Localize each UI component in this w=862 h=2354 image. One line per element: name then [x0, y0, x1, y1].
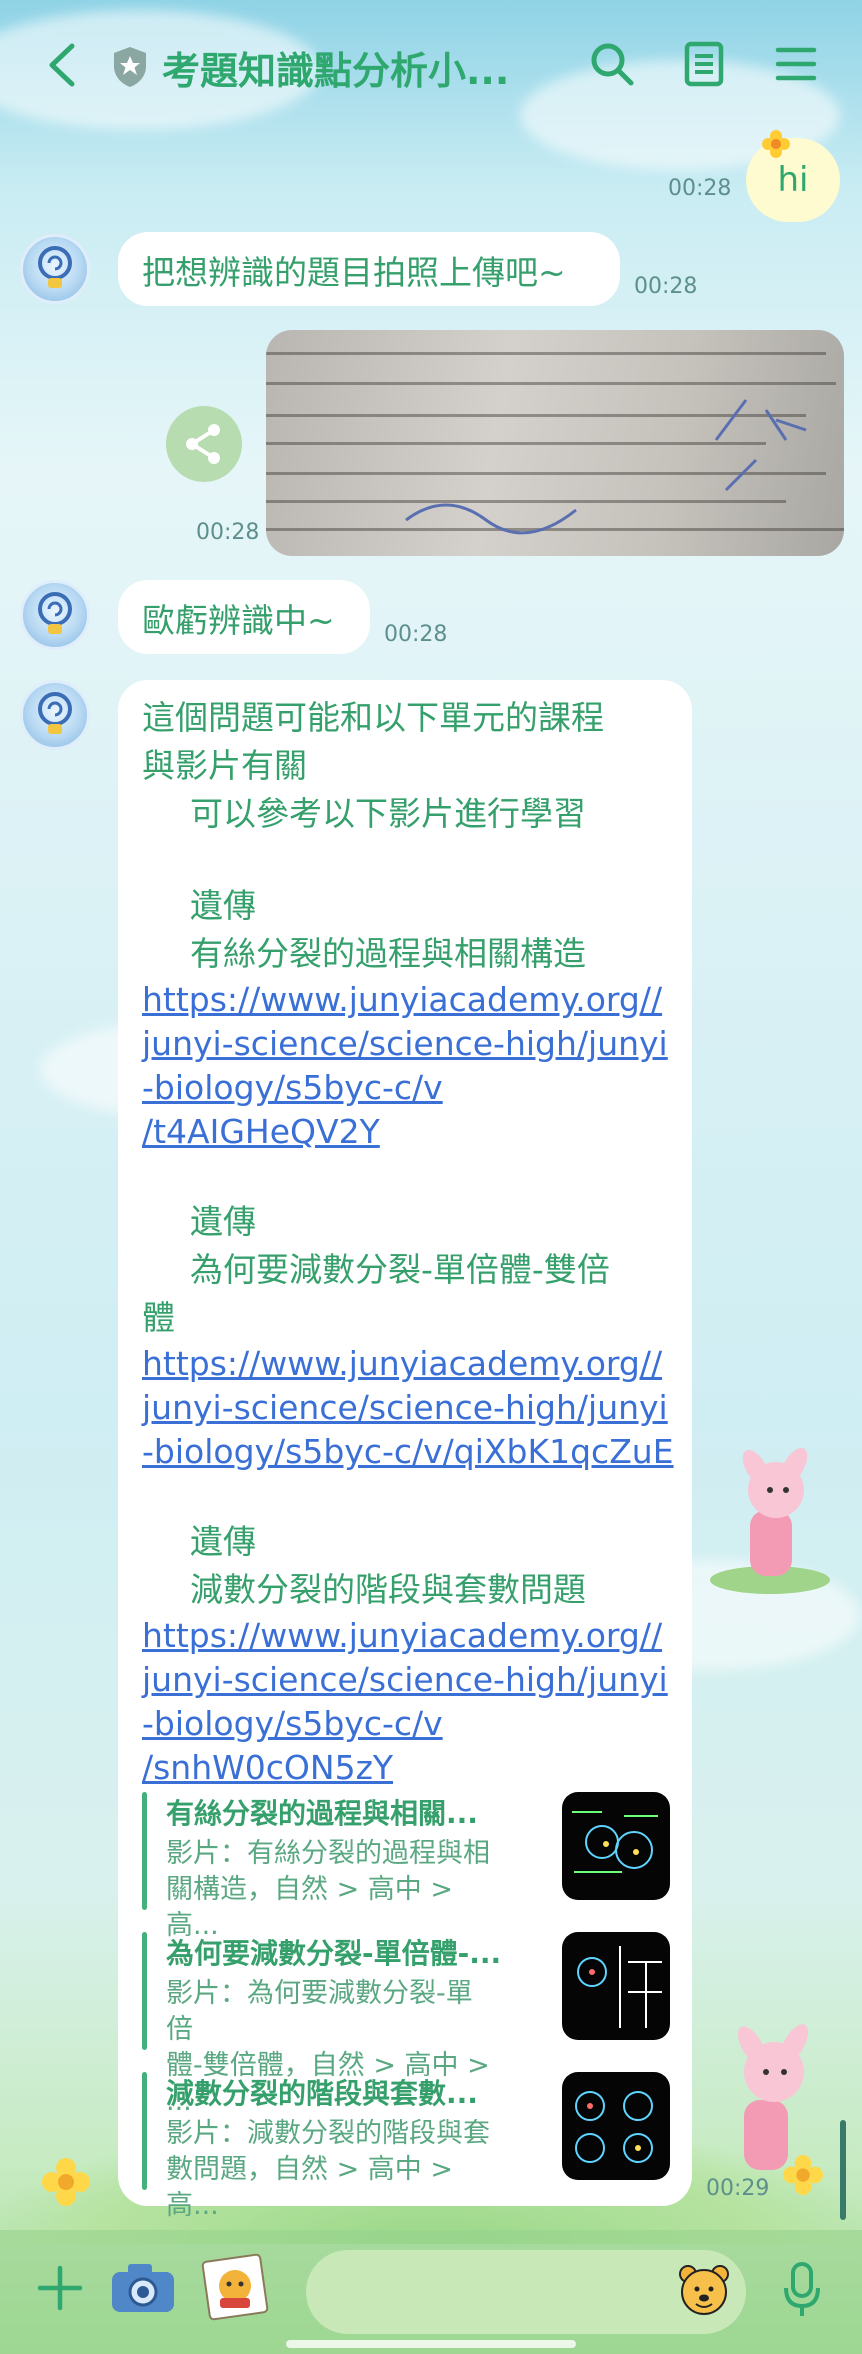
- result-text: 可以參考以下影片進行學習: [190, 794, 586, 833]
- lightbulb-icon: [38, 592, 72, 634]
- card-description-line: 影片：減數分裂的階段與套: [166, 2118, 490, 2149]
- message-time: 00:28: [384, 622, 448, 647]
- video-link[interactable]: /t4AIGHeQV2Y: [142, 1110, 668, 1154]
- flower-decoration: [42, 2158, 90, 2206]
- menu-icon[interactable]: [772, 40, 820, 88]
- input-toolbar: [0, 2230, 862, 2354]
- video-link[interactable]: https://www.junyiacademy.org//: [142, 978, 668, 1022]
- flower-icon: [762, 130, 790, 158]
- bot-message-bubble[interactable]: 歐虧辨識中~: [118, 580, 370, 654]
- mic-icon[interactable]: [780, 2260, 824, 2320]
- video-thumbnail[interactable]: [562, 2072, 670, 2180]
- sticker-icon[interactable]: [676, 2262, 732, 2318]
- topic-label: 為何要減數分裂-單倍體-雙倍: [190, 1250, 610, 1289]
- result-text: 與影片有關: [142, 746, 307, 785]
- chat-header: 考題知識點分析小...: [0, 0, 862, 130]
- lightbulb-icon: [38, 692, 72, 734]
- video-link[interactable]: -biology/s5byc-c/v/qiXbK1qcZuE: [142, 1430, 674, 1474]
- share-icon[interactable]: [166, 406, 242, 482]
- chevron-left-icon[interactable]: [42, 40, 82, 90]
- bot-avatar[interactable]: [20, 680, 90, 750]
- video-link[interactable]: junyi-science/science-high/junyi: [142, 1386, 668, 1430]
- card-description-line: 影片：為何要減數分裂-單倍: [166, 1978, 473, 2045]
- shield-icon: [114, 47, 146, 87]
- card-description: 影片：有絲分裂的過程與相 關構造，自然 > 高中 > 高...: [166, 1836, 496, 1944]
- bot-message-bubble[interactable]: 把想辨識的題目拍照上傳吧~: [118, 232, 620, 306]
- camera-icon[interactable]: [110, 2260, 176, 2316]
- video-thumbnail[interactable]: [562, 1932, 670, 2040]
- message-time: 00:29: [706, 2176, 770, 2201]
- gallery-icon[interactable]: [200, 2252, 270, 2322]
- lightbulb-icon: [38, 246, 72, 288]
- topic-label: 體: [142, 1298, 175, 1337]
- card-title: 減數分裂的階段與套數...: [166, 2077, 478, 2110]
- card-description-line: 影片：有絲分裂的過程與相: [166, 1838, 490, 1869]
- unit-label: 遺傳: [190, 886, 256, 925]
- unit-label: 遺傳: [190, 1522, 256, 1561]
- link-preview-card[interactable]: 有絲分裂的過程與相關... 影片：有絲分裂的過程與相 關構造，自然 > 高中 >…: [142, 1792, 672, 1941]
- topic-label: 減數分裂的階段與套數問題: [190, 1570, 586, 1609]
- scrollbar[interactable]: [840, 2120, 846, 2220]
- video-link[interactable]: https://www.junyiacademy.org//: [142, 1614, 668, 1658]
- piglet-sticker: [710, 1447, 830, 1594]
- result-text: 這個問題可能和以下單元的課程: [142, 698, 604, 737]
- link-preview-card[interactable]: 為何要減數分裂-單倍體-... 影片：為何要減數分裂-單倍 體-雙倍體，自然 >…: [142, 1932, 672, 2117]
- unit-label: 遺傳: [190, 1202, 256, 1241]
- notes-icon[interactable]: [680, 40, 728, 88]
- video-link[interactable]: -biology/s5byc-c/v: [142, 1702, 668, 1746]
- video-link[interactable]: https://www.junyiacademy.org//: [142, 1342, 668, 1386]
- video-link[interactable]: junyi-science/science-high/junyi: [142, 1658, 668, 1702]
- bot-avatar[interactable]: [20, 234, 90, 304]
- flower-decoration: [783, 2155, 823, 2195]
- bot-message-text: 歐虧辨識中~: [142, 601, 335, 640]
- card-title: 有絲分裂的過程與相關...: [166, 1797, 478, 1830]
- bot-message-text: 把想辨識的題目拍照上傳吧~: [142, 253, 566, 292]
- chat-title[interactable]: 考題知識點分析小...: [162, 40, 509, 95]
- video-link[interactable]: junyi-science/science-high/junyi: [142, 1022, 668, 1066]
- card-description: 影片：減數分裂的階段與套 數問題，自然 > 高中 > 高...: [166, 2116, 496, 2224]
- plus-icon[interactable]: [36, 2264, 84, 2312]
- search-icon[interactable]: [588, 40, 636, 88]
- card-title: 為何要減數分裂-單倍體-...: [166, 1937, 502, 1970]
- link-preview-card[interactable]: 減數分裂的階段與套數... 影片：減數分裂的階段與套 數問題，自然 > 高中 >…: [142, 2072, 672, 2221]
- bot-avatar[interactable]: [20, 580, 90, 650]
- message-time: 00:28: [668, 176, 732, 201]
- card-accent-bar: [142, 1932, 147, 2050]
- card-accent-bar: [142, 1792, 147, 1910]
- home-indicator: [286, 2340, 576, 2348]
- uploaded-question-photo[interactable]: [266, 330, 844, 556]
- message-time: 00:28: [196, 520, 260, 545]
- video-link[interactable]: -biology/s5byc-c/v: [142, 1066, 668, 1110]
- topic-label: 有絲分裂的過程與相關構造: [190, 934, 586, 973]
- message-time: 00:28: [634, 274, 698, 299]
- card-accent-bar: [142, 2072, 147, 2190]
- video-thumbnail[interactable]: [562, 1792, 670, 1900]
- video-link[interactable]: /snhW0cON5zY: [142, 1746, 668, 1790]
- own-message-text: hi: [777, 160, 809, 200]
- card-description-line: 數問題，自然 > 高中 > 高...: [166, 2154, 453, 2221]
